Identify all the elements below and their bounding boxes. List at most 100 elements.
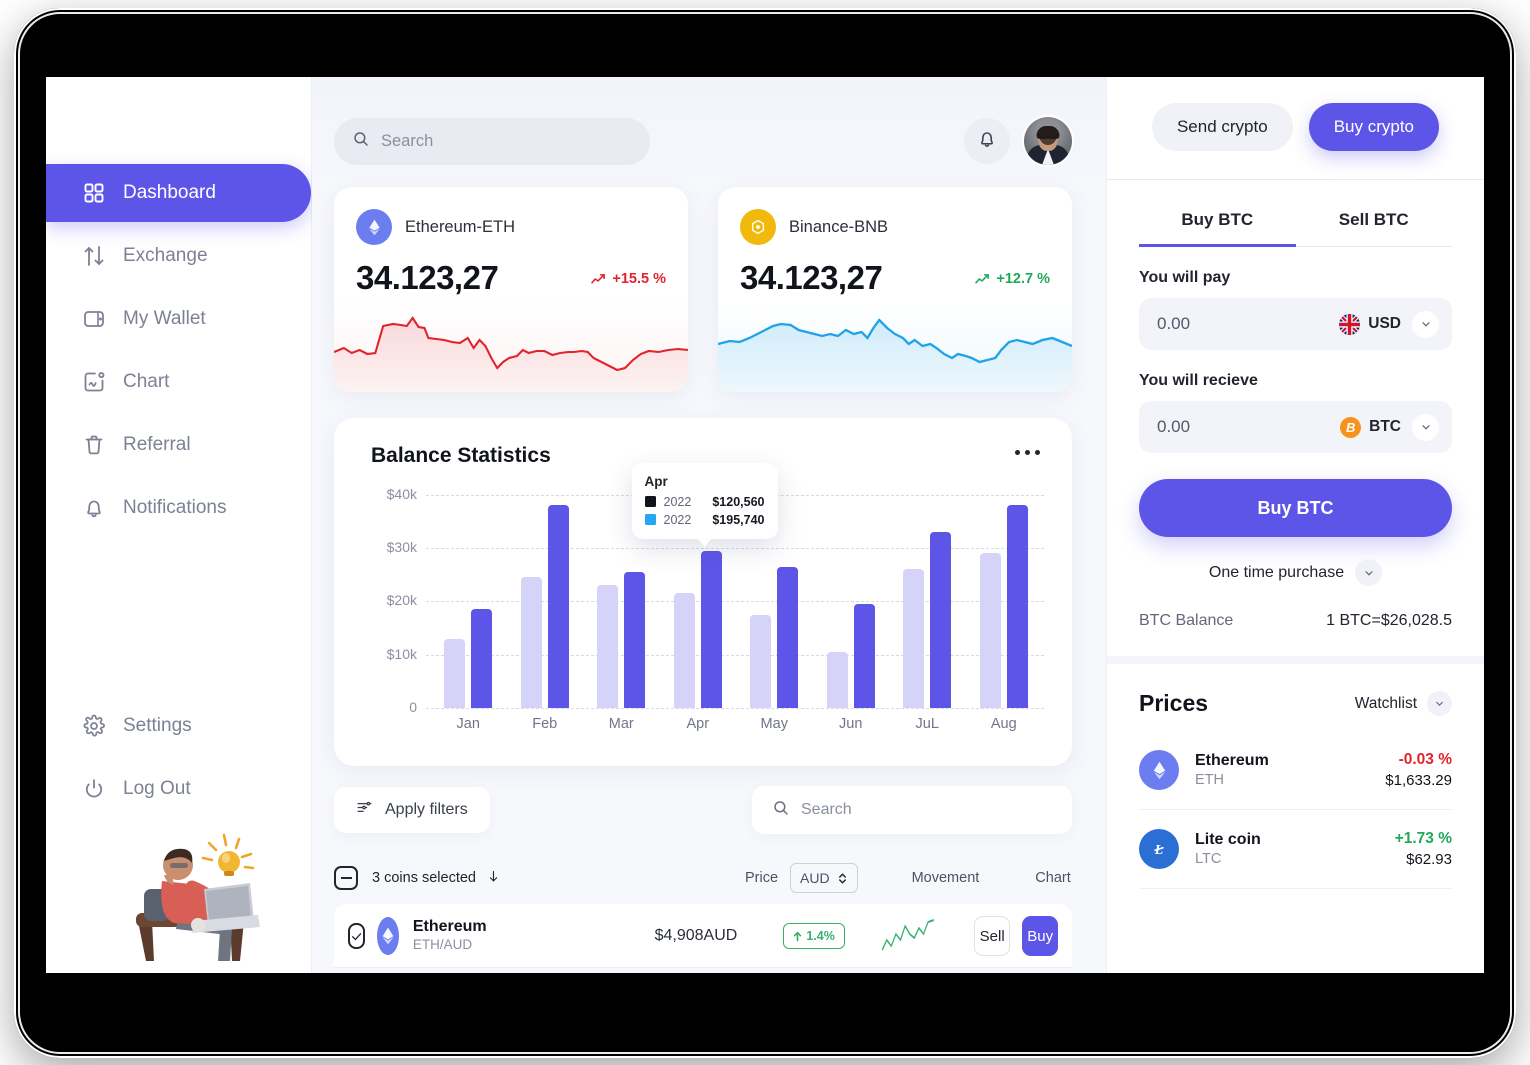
- purchase-type-chevron-down-icon[interactable]: [1355, 559, 1383, 586]
- pay-amount-field[interactable]: 0.00 USD: [1139, 298, 1452, 350]
- bitcoin-icon: B: [1340, 416, 1362, 438]
- sell-button[interactable]: Sell: [973, 916, 1011, 956]
- sidebar-item-log-out[interactable]: Log Out: [46, 760, 311, 818]
- sidebar-item-settings[interactable]: Settings: [46, 697, 311, 755]
- sidebar-item-dashboard[interactable]: Dashboard: [46, 164, 311, 222]
- right-panel: Send crypto Buy crypto Buy BTC Sell BTC …: [1106, 77, 1484, 973]
- chart-y-tick-label: $10k: [386, 645, 417, 662]
- chart-bar[interactable]: [777, 566, 799, 708]
- chart-bar[interactable]: [826, 652, 848, 708]
- row-price: $4,908AUD: [654, 927, 738, 944]
- trend-up-icon: [591, 273, 606, 284]
- chart-tooltip: Apr 2022 $120,560 2022 $195,740: [631, 462, 778, 547]
- sidebar-item-referral[interactable]: Referral: [46, 416, 311, 474]
- avatar[interactable]: [1024, 117, 1072, 165]
- chart-bar[interactable]: [930, 532, 952, 708]
- chart-y-tick-label: $40k: [386, 485, 417, 502]
- select-all-checkbox[interactable]: [334, 866, 358, 890]
- divider: [1107, 179, 1484, 180]
- chart-bar-group[interactable]: JuL: [889, 484, 966, 732]
- chart-bar[interactable]: [903, 569, 925, 708]
- chart-bar[interactable]: [700, 550, 722, 708]
- chart-bar[interactable]: [520, 577, 542, 708]
- coin-card-name: Binance-BNB: [789, 217, 889, 236]
- price-item-symbol: ETH: [1195, 772, 1224, 788]
- purchase-type-selector[interactable]: One time purchase: [1107, 559, 1484, 586]
- chart-bar-group[interactable]: Feb: [507, 484, 584, 732]
- chart-bar[interactable]: [624, 572, 646, 708]
- watchlist-selector[interactable]: Watchlist: [1355, 691, 1452, 716]
- chart-y-tick-label: 0: [409, 699, 417, 715]
- binance-icon: [740, 209, 776, 245]
- chart-tooltip-value: $120,560: [712, 494, 765, 509]
- row-coin-name: Ethereum: [412, 918, 487, 935]
- sidebar-item-notifications[interactable]: Notifications: [46, 479, 311, 537]
- binance-sparkline: [718, 318, 1072, 392]
- tab-sell-btc[interactable]: Sell BTC: [1295, 210, 1452, 247]
- more-horizontal-icon[interactable]: [1015, 450, 1040, 455]
- chart-bar[interactable]: [673, 593, 695, 708]
- apply-filters-button[interactable]: Apply filters: [334, 787, 490, 833]
- tab-buy-btc[interactable]: Buy BTC: [1139, 210, 1296, 247]
- chart-bar[interactable]: [471, 609, 493, 708]
- send-crypto-button[interactable]: Send crypto: [1151, 103, 1293, 151]
- pay-currency[interactable]: USD: [1339, 313, 1401, 335]
- price-list-item[interactable]: L Lite coin LTC +1.73 % $62.93: [1139, 810, 1452, 889]
- price-item-values: -0.03 % $1,633.29: [1385, 751, 1452, 789]
- sidebar-item-label: Log Out: [123, 778, 191, 799]
- ethereum-icon: [356, 209, 392, 245]
- price-item-price: $62.93: [1406, 851, 1452, 868]
- chart-bar[interactable]: [979, 553, 1001, 708]
- chart-bar[interactable]: [444, 638, 466, 708]
- chart-bar-group[interactable]: Jan: [430, 484, 507, 732]
- sidebar-item-label: Referral: [123, 434, 191, 455]
- receive-currency[interactable]: B BTC: [1340, 416, 1401, 438]
- table-search-input[interactable]: Search: [752, 786, 1072, 834]
- search-input[interactable]: Search: [334, 117, 650, 165]
- chart-x-tick-label: Aug: [990, 716, 1017, 732]
- ethereum-icon: [1139, 750, 1179, 790]
- arrow-down-icon[interactable]: [486, 869, 501, 888]
- price-list-item[interactable]: Ethereum ETH -0.03 % $1,633.29: [1139, 731, 1452, 810]
- chart-bar[interactable]: [853, 604, 875, 708]
- avatar-hair: [1036, 125, 1060, 139]
- receive-amount-field[interactable]: 0.00 B BTC: [1139, 401, 1452, 453]
- coin-card-name: Ethereum-ETH: [405, 217, 516, 236]
- coin-card-binance[interactable]: Binance-BNB 34.123,27 +12.7 %: [718, 187, 1072, 392]
- chart-tooltip-year: 2022: [663, 512, 692, 527]
- sidebar-item-my-wallet[interactable]: My Wallet: [46, 290, 311, 348]
- chart-bar[interactable]: [750, 614, 772, 708]
- sidebar-item-chart[interactable]: Chart: [46, 353, 311, 411]
- buy-btc-action-button[interactable]: Buy BTC: [1139, 479, 1452, 537]
- sidebar-bottom-nav: Settings Log Out: [46, 697, 311, 823]
- chart-x-tick-label: Jan: [456, 716, 480, 732]
- pay-currency-chevron-down-icon[interactable]: [1412, 310, 1439, 338]
- chart-tooltip-label: Apr: [644, 473, 668, 489]
- receive-currency-chevron-down-icon[interactable]: [1412, 413, 1439, 441]
- column-header-chart: Chart: [1035, 870, 1071, 886]
- chart-gridline: [426, 708, 1044, 709]
- price-item-values: +1.73 % $62.93: [1395, 830, 1452, 868]
- chart-bar[interactable]: [597, 585, 619, 708]
- coin-card-ethereum[interactable]: Ethereum-ETH 34.123,27 +15.5 %: [334, 187, 688, 392]
- buy-button[interactable]: Buy: [1022, 916, 1058, 956]
- balance-bar-chart: 0 $10k $20k $30k $40k Jan Feb Mar Apr May Jun JuL A…: [334, 462, 1072, 766]
- uk-flag-icon: [1339, 313, 1361, 335]
- sidebar-item-exchange[interactable]: Exchange: [46, 227, 311, 285]
- column-header-price: Price: [744, 870, 779, 886]
- chart-bar-group[interactable]: Jun: [813, 484, 890, 732]
- chart-bar-group[interactable]: Aug: [966, 484, 1043, 732]
- coin-card-change-value: +15.5 %: [612, 271, 666, 287]
- coin-card-change-value: +12.7 %: [996, 271, 1050, 287]
- chart-bar[interactable]: [1006, 505, 1028, 708]
- row-checkbox[interactable]: [348, 923, 365, 949]
- watchlist-chevron-down-icon[interactable]: [1427, 691, 1452, 716]
- notifications-button[interactable]: [964, 118, 1010, 164]
- btc-balance-label: BTC Balance: [1139, 612, 1234, 629]
- table-row[interactable]: Ethereum ETH/AUD $4,908AUD 1.4% Sell Buy: [334, 904, 1072, 968]
- arrow-up-icon: [794, 931, 802, 941]
- currency-selector[interactable]: AUD: [790, 863, 858, 893]
- wallet-icon: [82, 307, 106, 331]
- chart-bar[interactable]: [547, 505, 569, 708]
- buy-crypto-button[interactable]: Buy crypto: [1308, 103, 1440, 151]
